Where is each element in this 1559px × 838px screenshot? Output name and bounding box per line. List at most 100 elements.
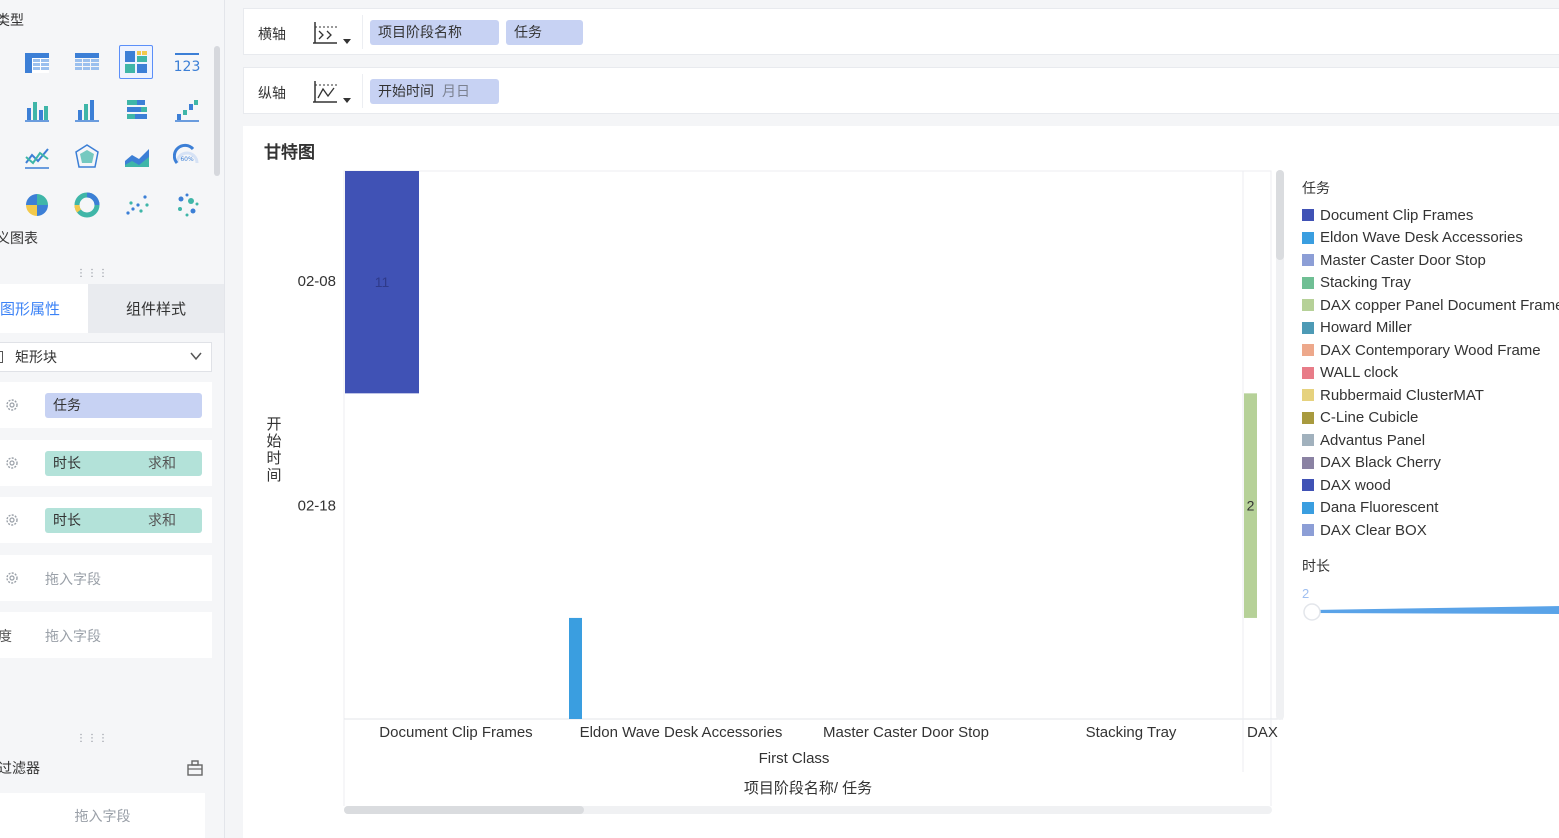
- y-axis-title-char: 始: [266, 433, 281, 450]
- line-chart-icon[interactable]: [20, 140, 54, 174]
- legend-swatch: [1302, 344, 1314, 357]
- x-tick-label: Master Caster Door Stop: [823, 724, 989, 741]
- label-field-pill[interactable]: 时长 求和: [45, 508, 202, 533]
- legend-item[interactable]: DAX Contemporary Wood Frame: [1302, 339, 1559, 362]
- resize-handle-icon[interactable]: ⋮⋮⋮: [76, 269, 108, 279]
- legend-swatch: [1302, 299, 1314, 312]
- caret-down-icon[interactable]: [343, 39, 351, 44]
- mark-type-icon: [0, 351, 3, 363]
- legend-item-label: Master Caster Door Stop: [1320, 251, 1486, 269]
- legend-swatch: [1302, 456, 1314, 469]
- legend-item-label: DAX Black Cherry: [1320, 454, 1441, 472]
- legend-item-label: Dana Fluorescent: [1320, 499, 1439, 517]
- donut-chart-icon[interactable]: [70, 188, 104, 222]
- stacked-bar-chart-icon[interactable]: [120, 93, 154, 127]
- legend-item[interactable]: DAX Clear BOX: [1302, 519, 1559, 542]
- legend-item[interactable]: Document Clip Frames: [1302, 204, 1559, 227]
- y-axis-sort-icon[interactable]: [310, 78, 340, 106]
- legend-item[interactable]: Howard Miller: [1302, 317, 1559, 340]
- plot-horizontal-scrollbar[interactable]: [344, 806, 1272, 814]
- legend-item[interactable]: Advantus Panel: [1302, 429, 1559, 452]
- legend-swatch: [1302, 389, 1314, 402]
- legend-item[interactable]: C-Line Cubicle: [1302, 407, 1559, 430]
- tab-graph-properties[interactable]: 图形属性: [0, 284, 88, 333]
- legend-item[interactable]: DAX wood: [1302, 474, 1559, 497]
- legend-item-label: Howard Miller: [1320, 319, 1412, 337]
- mark-type-value: 矩形块: [15, 349, 57, 365]
- tooltip-drop-hint: 拖入字段: [45, 571, 101, 587]
- chart-type-scrollbar[interactable]: [214, 46, 220, 176]
- x-axis-field-pill-task[interactable]: 任务: [506, 20, 583, 45]
- legend-item[interactable]: DAX Black Cherry: [1302, 452, 1559, 475]
- waterfall-chart-icon[interactable]: [170, 93, 204, 127]
- plot-horizontal-scroll-thumb[interactable]: [344, 806, 584, 814]
- bar-chart-icon[interactable]: [20, 93, 54, 127]
- radar-chart-icon[interactable]: [70, 140, 104, 174]
- legend-item[interactable]: Dana Fluorescent: [1302, 497, 1559, 520]
- field-row-size: 时长 求和: [0, 440, 212, 486]
- kpi-number-icon[interactable]: 123: [170, 46, 204, 80]
- legend-item-label: Advantus Panel: [1320, 431, 1426, 449]
- tab-component-style-label: 组件样式: [125, 301, 186, 318]
- svg-text:123: 123: [174, 59, 201, 75]
- filter-drop-hint: 拖入字段: [74, 807, 131, 824]
- chart-card: 甘特图 11 2 02-08 02-18 开始时间 Document Clip Frame…: [243, 126, 1559, 838]
- tab-component-style[interactable]: 组件样式: [88, 284, 224, 333]
- color-legend: 任务 Document Clip Frames Eldon Wave Desk A…: [1302, 178, 1559, 542]
- legend-item[interactable]: DAX copper Panel Document Frame: [1302, 294, 1559, 317]
- x-axis-field-pill-task-label: 任务: [514, 24, 542, 40]
- x-tick-label: Stacking Tray: [1086, 724, 1177, 741]
- y-axis-title-char: 开: [266, 416, 281, 433]
- legend-item[interactable]: Eldon Wave Desk Accessories: [1302, 227, 1559, 250]
- x-axis-label: 横轴: [258, 26, 286, 42]
- plot-vertical-scrollbar[interactable]: [1276, 170, 1284, 720]
- color-field-pill[interactable]: 任务: [45, 393, 202, 418]
- legend-item[interactable]: Stacking Tray: [1302, 272, 1559, 295]
- x-axis-title: 项目阶段名称/ 任务: [744, 780, 872, 797]
- scatter-chart-icon[interactable]: [120, 188, 154, 222]
- filter-drop-zone[interactable]: 拖入字段: [0, 793, 205, 838]
- label-field-pill-label: 时长: [53, 512, 81, 528]
- plot-frame: [343, 170, 1272, 720]
- x-axis-sort-icon[interactable]: [310, 19, 340, 47]
- legend-swatch: [1302, 254, 1314, 267]
- legend-item[interactable]: WALL clock: [1302, 362, 1559, 385]
- grouped-bar-chart-icon[interactable]: [70, 93, 104, 127]
- x-tick-label: Document Clip Frames: [379, 724, 532, 741]
- field-row-tooltip[interactable]: 拖入字段: [0, 555, 212, 601]
- y-axis-title-char: 时: [266, 450, 281, 467]
- custom-chart-label[interactable]: 义图表: [0, 228, 38, 248]
- gauge-chart-icon[interactable]: 60%: [170, 140, 204, 174]
- filter-title: 过滤器: [0, 760, 40, 776]
- bubble-chart-icon[interactable]: [170, 188, 204, 222]
- svg-text:60%: 60%: [180, 156, 194, 163]
- pie-chart-icon[interactable]: [20, 188, 54, 222]
- detail-table-icon[interactable]: [70, 46, 104, 80]
- legend-item-label: Stacking Tray: [1320, 274, 1411, 292]
- field-row-granularity[interactable]: 度 拖入字段: [0, 612, 212, 658]
- legend-item[interactable]: Master Caster Door Stop: [1302, 249, 1559, 272]
- legend-item[interactable]: Rubbermaid ClusterMAT: [1302, 384, 1559, 407]
- cross-table-icon[interactable]: [20, 46, 54, 80]
- mark-type-select[interactable]: 矩形块: [0, 342, 212, 372]
- caret-down-icon[interactable]: [343, 98, 351, 103]
- gear-icon[interactable]: [4, 397, 20, 413]
- size-legend-slider[interactable]: [1302, 602, 1559, 622]
- plot-vertical-scroll-thumb[interactable]: [1276, 170, 1284, 260]
- rectangle-block-chart-icon[interactable]: [119, 45, 153, 79]
- area-chart-icon[interactable]: [120, 140, 154, 174]
- x-axis-field-pill-phase[interactable]: 项目阶段名称: [370, 20, 499, 45]
- legend-swatch: [1302, 231, 1314, 244]
- gear-icon[interactable]: [4, 512, 20, 528]
- size-field-aggregation: 求和: [148, 455, 176, 471]
- resize-handle-icon[interactable]: ⋮⋮⋮: [76, 734, 108, 744]
- legend-item-label: DAX wood: [1320, 476, 1391, 494]
- gear-icon[interactable]: [4, 455, 20, 471]
- filter-settings-icon[interactable]: [186, 759, 204, 777]
- legend-swatch: [1302, 524, 1314, 537]
- y-axis-field-pill-start[interactable]: 开始时间 月日: [370, 79, 499, 104]
- legend-item-label: Rubbermaid ClusterMAT: [1320, 386, 1484, 404]
- size-legend-min: 2: [1302, 586, 1310, 601]
- gear-icon[interactable]: [4, 570, 20, 586]
- size-field-pill[interactable]: 时长 求和: [45, 451, 202, 476]
